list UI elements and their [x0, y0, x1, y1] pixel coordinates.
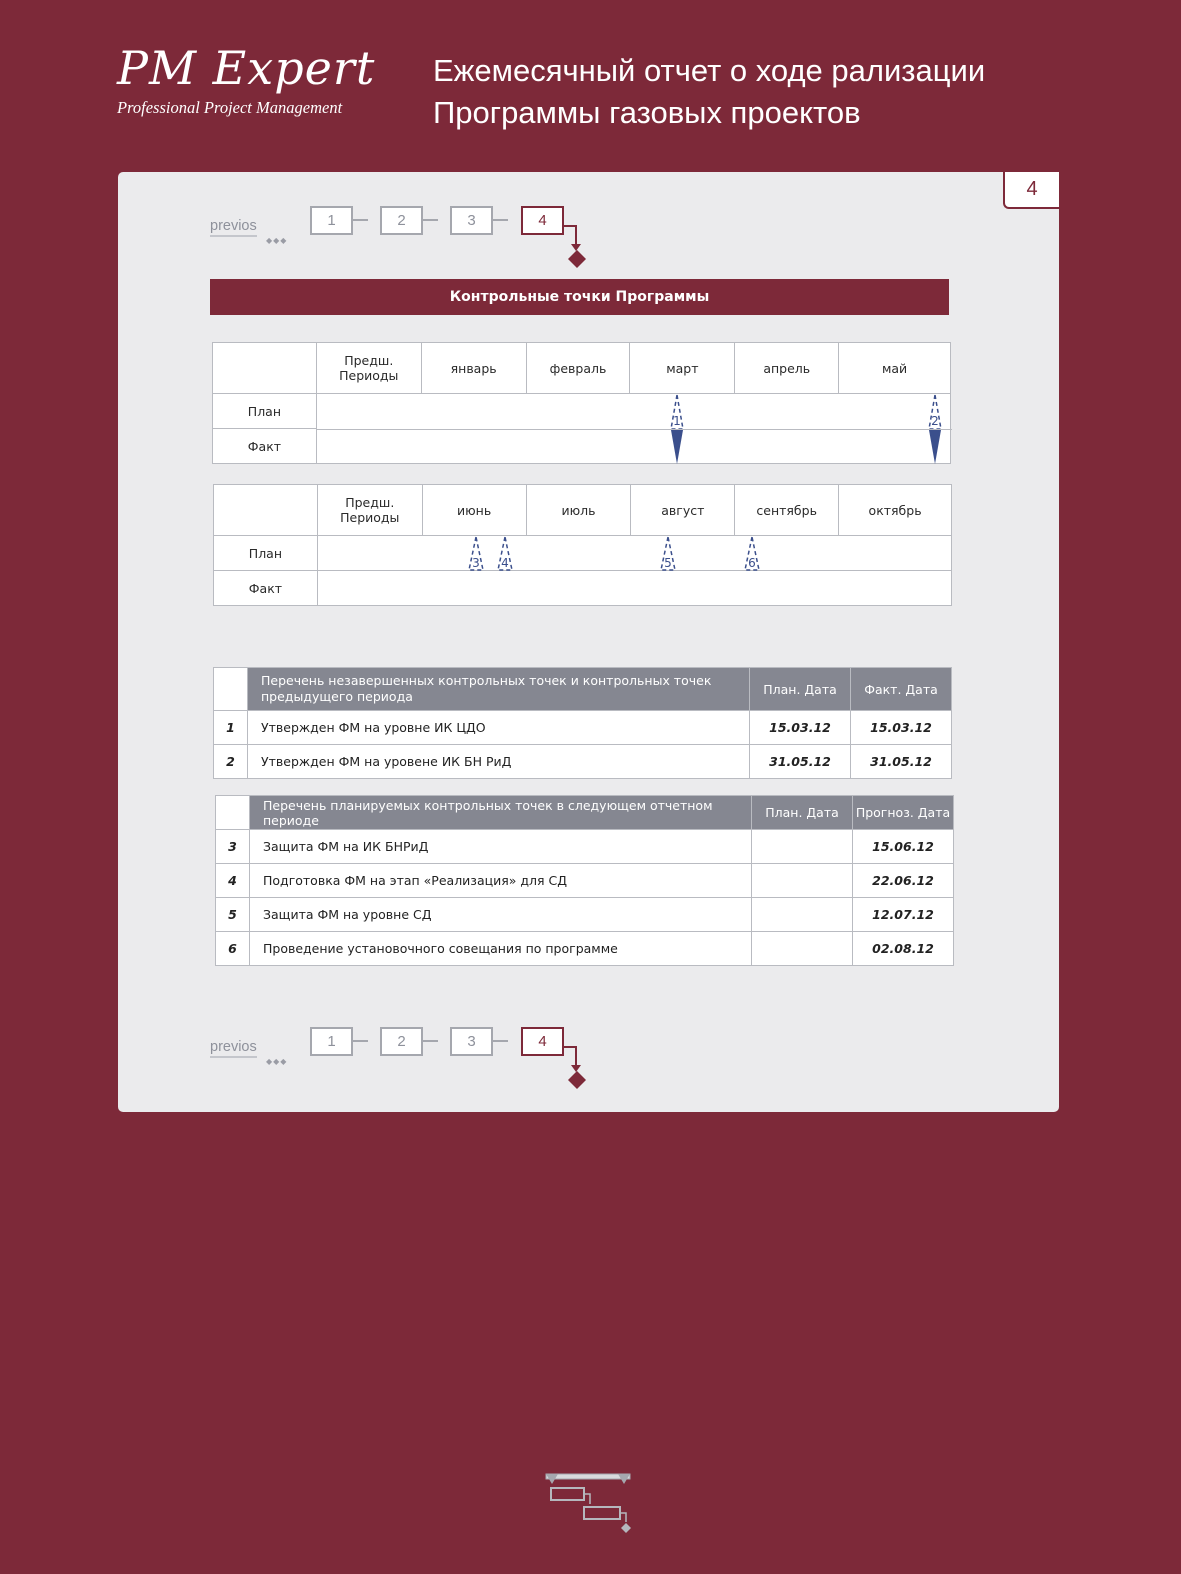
page-1-button[interactable]: 1 [310, 1027, 353, 1056]
corner-cell [215, 795, 250, 830]
pager-bottom: previos ◆◆◆ 1 2 3 4 [118, 1027, 1059, 1097]
page-4-button[interactable]: 4 [521, 206, 564, 235]
column-header-plan-date: План. Дата [749, 667, 851, 711]
page-number-tab: 4 [1003, 172, 1059, 209]
page-3-button[interactable]: 3 [450, 1027, 493, 1056]
pager-top: previos ◆◆◆ 1 2 3 4 [118, 206, 1059, 276]
brand-logo: PM Expert Professional Project Managemen… [117, 40, 375, 118]
list-header: Перечень незавершенных контрольных точек… [247, 667, 750, 711]
corner-cell [213, 484, 318, 536]
plan-milestone-label: 6 [748, 556, 756, 570]
page-3-button[interactable]: 3 [450, 206, 493, 235]
section-title-banner: Контрольные точки Программы [210, 279, 949, 315]
plan-milestone-label: 2 [931, 414, 939, 428]
fact-row-label: Факт [213, 570, 318, 606]
plan-milestone-label: 1 [673, 414, 681, 428]
table-row: 3 Защита ФМ на ИК БНРиД 15.06.12 [215, 829, 954, 864]
fact-milestone-marker [670, 430, 683, 464]
month-header: июль [525, 484, 632, 536]
month-header: февраль [525, 342, 631, 394]
column-header-plan-date: План. Дата [751, 795, 853, 830]
fact-milestone-marker [928, 430, 941, 464]
milestone-markers: 1 2 [316, 394, 952, 464]
gantt-logo-icon [545, 1473, 631, 1533]
column-header-forecast-date: Прогноз. Дата [852, 795, 954, 830]
table-row: 5 Защита ФМ на уровне СД 12.07.12 [215, 897, 954, 932]
column-header-fact-date: Факт. Дата [850, 667, 952, 711]
planned-milestones-table: Перечень планируемых контрольных точек в… [215, 795, 954, 966]
table-row: 2 Утвержден ФМ на уровене ИК БН РиД 31.0… [213, 744, 952, 779]
page-4-button[interactable]: 4 [521, 1027, 564, 1056]
month-header: октябрь [838, 484, 952, 536]
table-row: 1 Утвержден ФМ на уровне ИК ЦДО 15.03.12… [213, 710, 952, 745]
prev-periods-header: Предш. Периоды [315, 342, 422, 394]
prev-periods-header: Предш. Периоды [316, 484, 423, 536]
milestone-timeline-bottom: Предш. Периоды июнь июль август сентябрь… [213, 484, 953, 606]
report-title-line2: Программы газовых проектов [433, 95, 861, 130]
pager-connectors [347, 1037, 586, 1089]
table-row: 4 Подготовка ФМ на этап «Реализация» для… [215, 863, 954, 898]
timeline-track: 3 4 5 6 [316, 535, 953, 571]
incomplete-milestones-table: Перечень незавершенных контрольных точек… [213, 667, 952, 779]
month-header: август [630, 484, 736, 536]
fact-row-label: Факт [212, 428, 317, 464]
content-panel: 4 previos ◆◆◆ 1 2 3 4 Контрольные точки … [118, 172, 1059, 1112]
month-header: сентябрь [734, 484, 840, 536]
plan-milestone-label: 4 [501, 556, 509, 570]
brand-tagline: Professional Project Management [117, 98, 343, 117]
plan-milestone-label: 5 [664, 556, 672, 570]
page-1-button[interactable]: 1 [310, 206, 353, 235]
report-title: Ежемесячный отчет о ходе рализации Прогр… [433, 50, 985, 134]
month-header: январь [420, 342, 527, 394]
month-header: апрель [734, 342, 840, 394]
report-title-line1: Ежемесячный отчет о ходе рализации [433, 53, 986, 88]
plan-milestone-label: 3 [472, 556, 480, 570]
table-row: 6 Проведение установочного совещания по … [215, 931, 954, 966]
month-header: май [838, 342, 951, 394]
brand-name: PM Expert [117, 41, 376, 95]
month-header: март [629, 342, 736, 394]
milestone-markers: 3 4 5 6 [467, 536, 760, 571]
timeline-track [316, 570, 953, 606]
page-2-button[interactable]: 2 [380, 1027, 423, 1056]
pager-connectors [347, 216, 586, 268]
month-header: июнь [421, 484, 527, 536]
plan-row-label: План [213, 535, 318, 571]
corner-cell [212, 342, 317, 394]
plan-row-label: План [212, 393, 317, 429]
list-header: Перечень планируемых контрольных точек в… [249, 795, 752, 830]
corner-cell [213, 667, 248, 711]
page-2-button[interactable]: 2 [380, 206, 423, 235]
milestone-timeline-top: Предш. Периоды январь февраль март апрел… [212, 342, 952, 464]
timeline-track: 1 2 [315, 393, 952, 464]
